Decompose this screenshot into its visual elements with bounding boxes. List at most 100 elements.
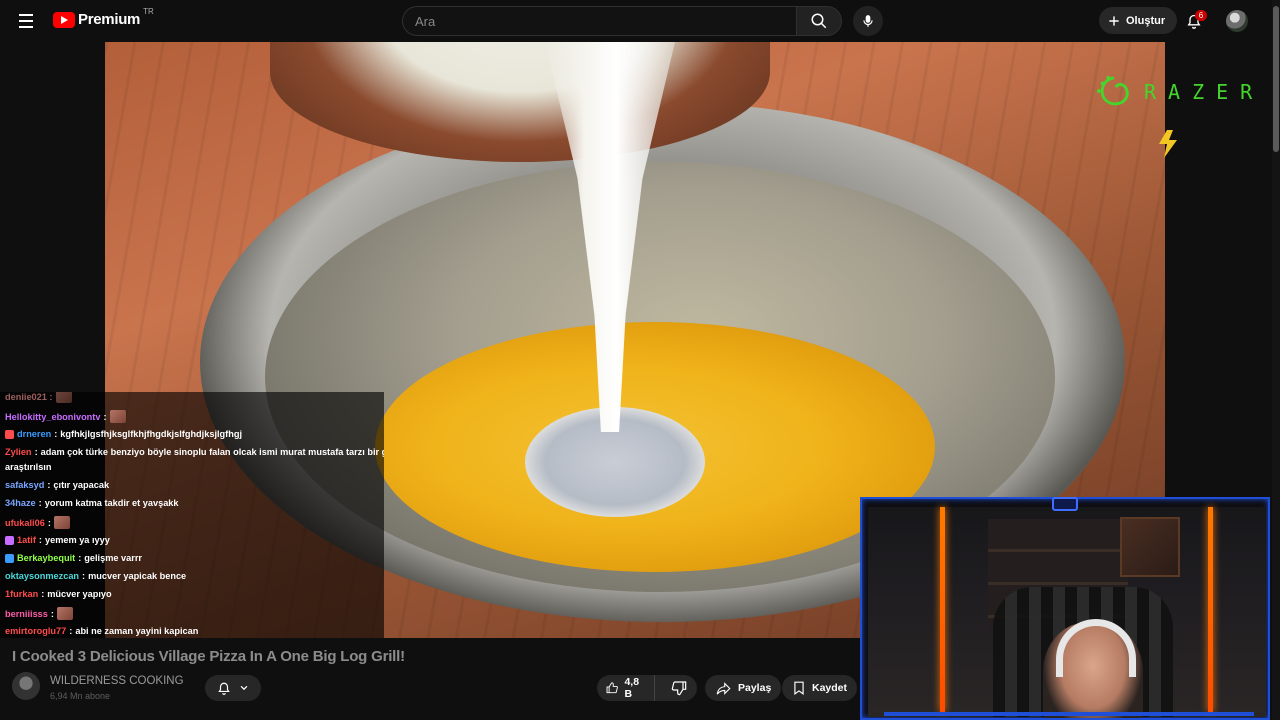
razer-snake-icon — [1096, 75, 1129, 106]
chat-username[interactable]: Zylien — [5, 447, 32, 457]
share-icon — [716, 681, 731, 695]
page-scrollbar[interactable] — [1272, 0, 1280, 720]
chat-username[interactable]: 34haze — [5, 498, 36, 508]
top-bar: Premium TR Oluştur 6 — [0, 0, 1280, 42]
save-label: Kaydet — [812, 682, 848, 694]
chat-line: Zylien: adam çok türke benziyo böyle sino… — [5, 447, 384, 457]
chat-message: abi ne zaman yayini kapican — [75, 626, 199, 636]
share-label: Paylaş — [738, 682, 772, 694]
chat-line: 34haze: yorum katma takdir et yavşakk — [5, 498, 179, 508]
chat-line: Hellokitty_ebonivontv: — [5, 410, 126, 423]
chat-username[interactable]: Hellokitty_ebonivontv — [5, 412, 100, 422]
chat-separator: : — [103, 411, 107, 422]
chat-username[interactable]: 1atif — [17, 535, 36, 545]
chat-separator: : — [34, 447, 38, 457]
chat-message: mucver yapicak bence — [88, 571, 187, 581]
lightning-icon — [1159, 130, 1177, 158]
subscription-bell-button[interactable] — [205, 675, 261, 701]
webcam-frame-bottom — [884, 712, 1254, 716]
chat-username[interactable]: oktaysonmezcan — [5, 571, 79, 581]
chat-username[interactable]: Berkaybequit — [17, 553, 75, 563]
chat-badge-icon — [5, 535, 14, 545]
youtube-logo-icon — [53, 11, 75, 28]
webcam-room — [868, 507, 1266, 718]
chat-message: yemem ya ıyyy — [44, 535, 110, 545]
chat-message: gelişme varrr — [84, 553, 142, 563]
chat-line: ufukali06: — [5, 516, 70, 529]
like-count: 4,8 B — [624, 676, 640, 700]
chat-username[interactable]: safaksyd — [5, 480, 44, 490]
channel-subscribers: 6,94 Mn abone — [50, 691, 111, 701]
scrollbar-thumb[interactable] — [1273, 6, 1279, 152]
voice-search-button[interactable] — [853, 6, 883, 36]
account-avatar[interactable] — [1226, 10, 1248, 32]
like-dislike-group: 4,8 B — [597, 675, 697, 701]
chat-username[interactable]: emirtoroglu77 — [5, 626, 66, 636]
chat-line: deniie021 : — [5, 392, 72, 403]
chat-separator: : — [54, 429, 58, 439]
mic-icon — [863, 15, 873, 27]
emote-icon — [53, 516, 70, 529]
chat-message: çıtır yapacak — [53, 480, 110, 490]
chat-badge-icon — [5, 553, 14, 563]
channel-avatar[interactable] — [12, 672, 40, 700]
chat-message: araştırılsın — [5, 462, 52, 472]
chat-line: emirtoroglu77: abi ne zaman yayini kapica… — [5, 626, 198, 636]
chat-separator: : — [69, 626, 73, 636]
chat-separator: : — [38, 535, 42, 545]
create-button[interactable]: Oluştur — [1099, 7, 1178, 34]
share-button[interactable]: Paylaş — [705, 675, 782, 701]
video-title: I Cooked 3 Delicious Village Pizza In A … — [12, 648, 405, 665]
like-button[interactable]: 4,8 B — [597, 675, 655, 701]
chat-separator: : — [41, 589, 45, 599]
bell-icon — [218, 682, 230, 695]
chat-username[interactable]: drneren — [17, 429, 51, 439]
chat-separator: : — [47, 517, 51, 528]
chevron-down-icon — [240, 685, 248, 691]
razer-text: RAZER — [1144, 80, 1265, 104]
chat-message: mücver yapıyo — [47, 589, 112, 599]
thumbs-up-icon — [606, 682, 618, 694]
chat-line: araştırılsın — [5, 462, 51, 472]
chat-username[interactable]: berniiisss — [5, 609, 48, 619]
save-button[interactable]: Kaydet — [782, 675, 858, 701]
emote-icon — [109, 410, 126, 423]
chat-message: yorum katma takdir et yavşakk — [44, 498, 179, 508]
razer-sponsor-logo: RAZER — [1094, 74, 1268, 110]
chat-separator: : — [50, 608, 54, 619]
chat-line: safaksyd: çıtır yapacak — [5, 480, 109, 490]
search-box[interactable] — [402, 6, 796, 36]
stream-frame-logo — [1052, 497, 1078, 511]
menu-icon[interactable] — [12, 8, 40, 34]
search-button[interactable] — [796, 6, 842, 36]
chat-line: Berkaybequit: gelişme varrr — [5, 553, 142, 563]
chat-username[interactable]: 1furkan — [5, 589, 38, 599]
emote-icon — [56, 607, 73, 620]
dislike-button[interactable] — [661, 680, 697, 696]
chat-separator: : — [82, 571, 86, 581]
bookmark-icon — [794, 681, 804, 695]
thumbs-down-icon — [671, 681, 687, 696]
chat-username[interactable]: ufukali06 — [5, 518, 45, 528]
youtube-premium-logo[interactable]: Premium TR — [53, 7, 154, 28]
chat-badge-icon — [5, 429, 14, 439]
logo-text: Premium — [78, 11, 141, 28]
country-code: TR — [143, 7, 154, 16]
chat-line: 1furkan: mücver yapıyo — [5, 589, 112, 599]
streamer-webcam — [860, 497, 1270, 720]
chat-message: kgfhkjlgsfhjksglfkhjfhgdkjslfghdjksjlgfh… — [60, 429, 242, 439]
chat-line: oktaysonmezcan: mucver yapicak bence — [5, 571, 186, 581]
wall-decor — [1120, 517, 1180, 577]
chat-line: drneren: kgfhkjlgsfhjksglfkhjfhgdkjslfghd… — [5, 429, 242, 439]
search-input[interactable] — [415, 13, 796, 29]
emote-icon — [55, 392, 72, 403]
chat-separator: : — [47, 480, 51, 490]
chat-line: berniiisss: — [5, 607, 73, 620]
chat-separator: : — [78, 553, 82, 563]
led-strip-right — [1208, 507, 1213, 712]
led-strip-left — [940, 507, 945, 712]
channel-name[interactable]: WILDERNESS COOKING — [50, 675, 184, 687]
notification-count-badge: 6 — [1195, 10, 1207, 21]
create-label: Oluştur — [1126, 14, 1166, 27]
plus-icon — [1109, 15, 1119, 26]
